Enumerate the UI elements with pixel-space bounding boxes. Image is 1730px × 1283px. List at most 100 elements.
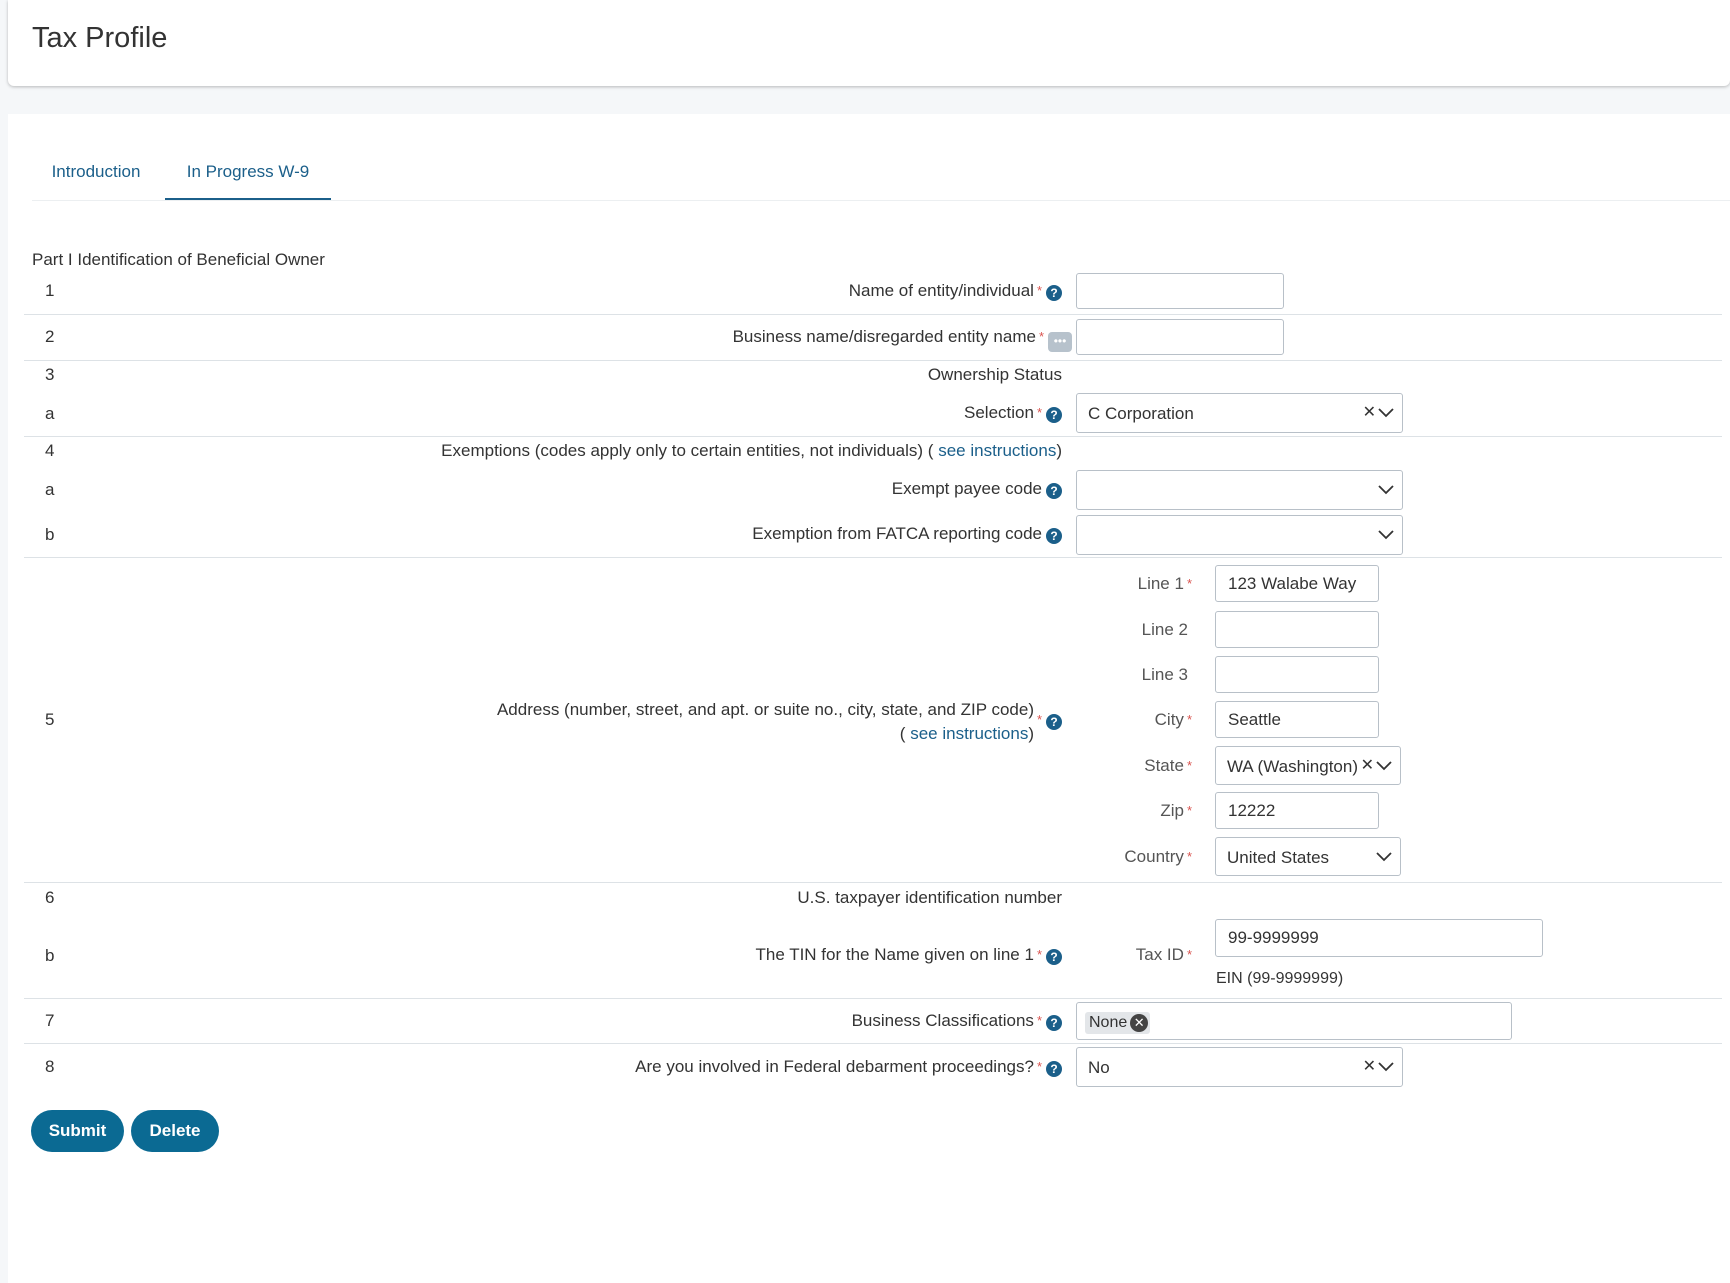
classification-tag: None ✕	[1085, 1012, 1151, 1034]
address-line3-input[interactable]	[1215, 656, 1379, 693]
x-icon[interactable]: ✕	[1363, 1047, 1376, 1087]
label-text: Line 1	[1137, 574, 1184, 593]
address-line1-input[interactable]	[1215, 565, 1379, 602]
tab-in-progress-w9[interactable]: In Progress W-9	[165, 148, 331, 200]
city-input[interactable]	[1215, 701, 1379, 738]
delete-button[interactable]: Delete	[131, 1110, 219, 1152]
see-instructions-link[interactable]: see instructions	[910, 724, 1028, 743]
label-text: Tax ID	[1135, 945, 1184, 964]
label-text: Selection	[964, 403, 1034, 422]
row-number: 7	[45, 1011, 55, 1030]
tax-id-input[interactable]	[1215, 919, 1543, 957]
label-text: Business name/disregarded entity name	[732, 327, 1036, 346]
row-letter: a	[45, 404, 55, 423]
row-letter: b	[45, 946, 55, 965]
row-divider	[24, 557, 1722, 558]
row-divider	[24, 360, 1722, 361]
field-label-tin: U.S. taxpayer identification number	[797, 888, 1062, 907]
field-label-debarment: Are you involved in Federal debarment pr…	[635, 1057, 1062, 1077]
field-label-ownership-status: Ownership Status	[927, 365, 1062, 384]
section-title: Part I Identification of Beneficial Owne…	[32, 250, 325, 269]
select-value: C Corporation	[1088, 404, 1194, 423]
state-label: State *	[1144, 756, 1192, 776]
field-label-selection: Selection *?	[964, 403, 1062, 423]
select-value: No	[1088, 1058, 1110, 1077]
city-label: City *	[1155, 710, 1192, 730]
field-label-tin-name: The TIN for the Name given on line 1 *?	[755, 945, 1062, 965]
submit-button[interactable]: Submit	[31, 1110, 124, 1152]
label-text: Exemption from FATCA reporting code	[752, 524, 1042, 543]
field-label-business-classifications: Business Classifications *?	[852, 1011, 1062, 1031]
row-number: 4	[45, 441, 55, 460]
chevron-down-icon[interactable]	[1378, 1062, 1394, 1072]
row-divider	[24, 1043, 1722, 1044]
label-link-line: ( see instructions)	[497, 722, 1034, 746]
required-asterisk: *	[1036, 712, 1042, 727]
chevron-down-icon[interactable]	[1378, 530, 1394, 540]
zip-label: Zip *	[1160, 801, 1192, 821]
field-label-business-name: Business name/disregarded entity name * ••…	[733, 327, 1072, 352]
row-divider	[24, 998, 1722, 999]
business-name-input[interactable]	[1076, 319, 1284, 355]
select-value: WA (Washington)	[1227, 757, 1359, 776]
remove-tag-icon[interactable]: ✕	[1130, 1014, 1149, 1032]
name-entity-input[interactable]	[1076, 273, 1284, 309]
required-asterisk: *	[1186, 849, 1192, 864]
business-classifications-multiselect[interactable]: None ✕	[1076, 1002, 1512, 1040]
tag-label: None	[1089, 1014, 1128, 1031]
question-circle-icon[interactable]: ?	[1046, 528, 1062, 544]
row-letter: b	[45, 525, 55, 544]
question-circle-icon[interactable]: ?	[1046, 285, 1062, 301]
page-header: Tax Profile	[8, 0, 1730, 86]
row-divider	[24, 314, 1722, 315]
line3-label: Line 3	[1141, 665, 1188, 684]
fatca-code-select[interactable]	[1076, 515, 1403, 555]
question-circle-icon[interactable]: ?	[1046, 949, 1062, 965]
tab-introduction[interactable]: Introduction	[32, 148, 160, 200]
tax-id-label: Tax ID *	[1136, 945, 1192, 965]
address-required-help: *?	[1034, 710, 1062, 730]
row-letter: a	[45, 480, 55, 499]
field-label-exemptions: Exemptions (codes apply only to certain …	[441, 441, 1062, 461]
row-number: 5	[45, 710, 55, 729]
row-number: 6	[45, 888, 55, 907]
label-text: Are you involved in Federal debarment pr…	[635, 1057, 1034, 1076]
row-divider	[24, 882, 1722, 883]
label-text: City	[1154, 710, 1184, 729]
label-text: Exempt payee code	[891, 479, 1042, 498]
row-divider	[24, 436, 1722, 437]
row-number: 2	[45, 327, 55, 346]
zip-input[interactable]	[1215, 792, 1379, 829]
question-circle-icon[interactable]: ?	[1046, 483, 1062, 499]
chevron-down-icon[interactable]	[1378, 485, 1394, 495]
question-circle-icon[interactable]: ?	[1046, 714, 1062, 730]
debarment-select[interactable]: No ✕	[1076, 1047, 1403, 1087]
ellipsis-icon[interactable]: •••	[1048, 332, 1072, 352]
label-text: Exemptions (codes apply only to certain …	[441, 441, 934, 460]
label-text: The TIN for the Name given on line 1	[755, 945, 1034, 964]
chevron-down-icon[interactable]	[1378, 408, 1394, 418]
row-number: 8	[45, 1057, 55, 1076]
label-text: State	[1144, 756, 1184, 775]
tax-id-hint: EIN (99-9999999)	[1216, 970, 1344, 987]
country-select[interactable]: United States	[1215, 837, 1401, 876]
x-icon[interactable]: ✕	[1363, 393, 1376, 433]
required-asterisk: *	[1036, 1059, 1042, 1074]
required-asterisk: *	[1036, 1013, 1042, 1028]
required-asterisk: *	[1186, 758, 1192, 773]
chevron-down-icon[interactable]	[1376, 851, 1392, 862]
question-circle-icon[interactable]: ?	[1046, 1015, 1062, 1031]
tab-divider	[32, 200, 1730, 201]
ownership-selection-select[interactable]: C Corporation ✕	[1076, 393, 1403, 433]
state-select[interactable]: WA (Washington) ✕	[1215, 746, 1401, 785]
exempt-payee-select[interactable]	[1076, 470, 1403, 510]
chevron-down-icon[interactable]	[1376, 760, 1392, 771]
address-line2-input[interactable]	[1215, 611, 1379, 648]
field-label-name-entity: Name of entity/individual *?	[849, 281, 1062, 301]
question-circle-icon[interactable]: ?	[1046, 407, 1062, 423]
x-icon[interactable]: ✕	[1361, 746, 1374, 785]
question-circle-icon[interactable]: ?	[1046, 1061, 1062, 1077]
label-text: (	[899, 724, 906, 743]
line1-label: Line 1 *	[1138, 574, 1192, 594]
see-instructions-link[interactable]: see instructions	[938, 441, 1056, 460]
